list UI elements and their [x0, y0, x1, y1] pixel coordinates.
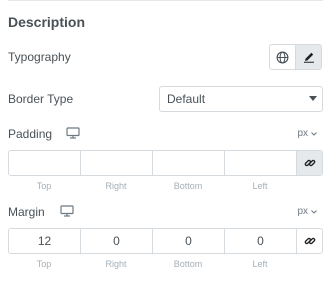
border-type-value: Default — [167, 92, 206, 106]
margin-link-button[interactable] — [297, 229, 322, 253]
dim-label-top: Top — [36, 259, 52, 269]
margin-inputs — [8, 228, 323, 254]
dim-label-left: Left — [252, 259, 268, 269]
padding-link-button[interactable] — [297, 151, 322, 175]
margin-unit-select[interactable]: px — [297, 206, 317, 217]
typography-controls — [269, 44, 322, 70]
margin-top-input[interactable] — [9, 229, 81, 253]
globe-icon — [276, 51, 289, 63]
margin-unit-value: px — [297, 206, 308, 217]
padding-unit-value: px — [297, 128, 308, 139]
padding-label: Padding — [8, 127, 53, 141]
pencil-icon — [303, 52, 314, 63]
desktop-icon[interactable] — [66, 127, 80, 139]
dim-label-right: Right — [105, 259, 127, 269]
dim-label-left: Left — [252, 181, 268, 191]
padding-dimension-labels: Top Right Bottom Left — [8, 181, 296, 191]
margin-dimension-labels: Top Right Bottom Left — [8, 259, 296, 269]
dim-label-right: Right — [105, 181, 127, 191]
dim-label-top: Top — [36, 181, 52, 191]
section-divider — [8, 0, 323, 1]
chevron-down-icon — [311, 131, 317, 136]
typography-label: Typography — [8, 50, 71, 64]
margin-left-input[interactable] — [225, 229, 297, 253]
padding-top-input[interactable] — [9, 151, 81, 175]
link-icon — [304, 237, 315, 245]
padding-inputs — [8, 150, 323, 176]
dim-label-bottom: Bottom — [173, 181, 203, 191]
border-type-label: Border Type — [8, 92, 74, 106]
padding-bottom-input[interactable] — [153, 151, 225, 175]
link-icon — [304, 159, 315, 167]
padding-unit-select[interactable]: px — [297, 128, 317, 139]
dim-label-bottom: Bottom — [173, 259, 203, 269]
border-type-select[interactable]: Default — [159, 86, 323, 112]
margin-right-input[interactable] — [81, 229, 153, 253]
padding-left-input[interactable] — [225, 151, 297, 175]
global-typography-button[interactable] — [270, 45, 296, 69]
edit-typography-button[interactable] — [296, 45, 321, 69]
padding-right-input[interactable] — [81, 151, 153, 175]
margin-label: Margin — [8, 205, 45, 219]
desktop-icon[interactable] — [60, 205, 74, 217]
chevron-down-icon — [309, 96, 317, 101]
margin-bottom-input[interactable] — [153, 229, 225, 253]
chevron-down-icon — [311, 209, 317, 214]
section-title: Description — [8, 14, 86, 30]
